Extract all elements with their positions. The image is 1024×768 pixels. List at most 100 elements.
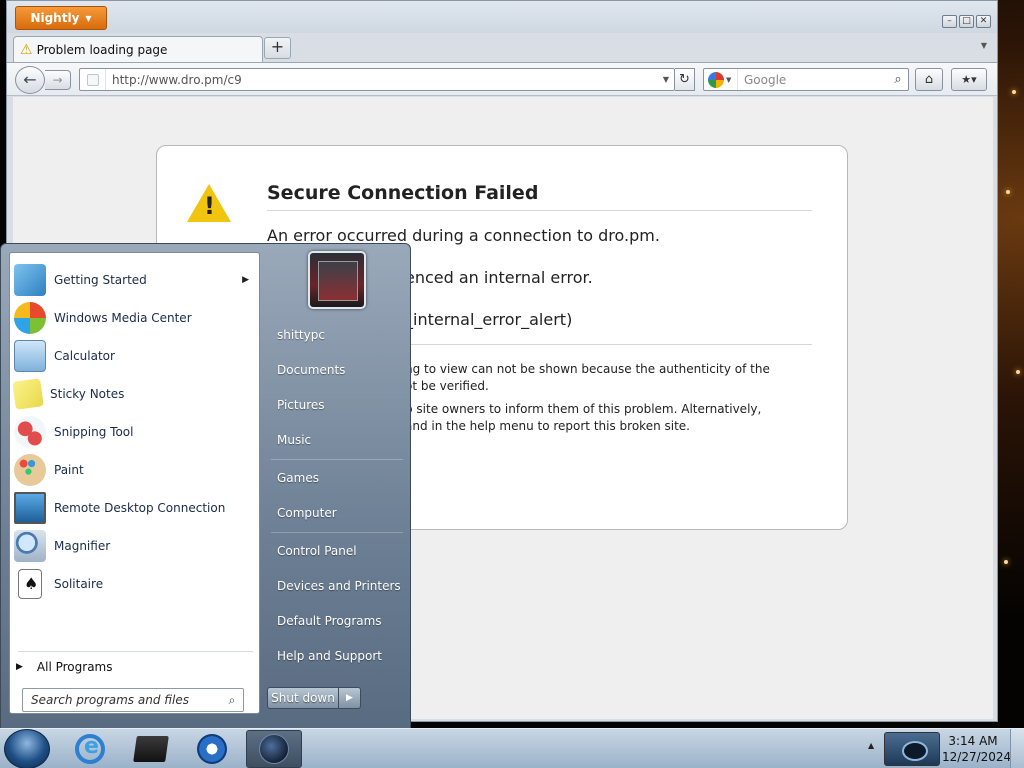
search-input[interactable]: Google xyxy=(738,73,888,87)
folder-icon xyxy=(133,736,169,762)
wallpaper-sparkle xyxy=(1006,190,1010,194)
magnifier-icon xyxy=(14,530,46,562)
taskbar-nightly[interactable] xyxy=(246,730,302,768)
search-engine-selector[interactable]: ▼ xyxy=(704,69,738,90)
start-search-box[interactable]: Search programs and files ⌕ xyxy=(22,688,244,712)
detail-line: and in the help menu to report this brok… xyxy=(405,419,690,433)
program-sticky-notes[interactable]: Sticky Notes xyxy=(12,376,257,412)
page-title: Secure Connection Failed xyxy=(267,182,812,211)
minimize-button[interactable]: – xyxy=(942,15,957,28)
shutdown-button[interactable]: Shut down xyxy=(267,687,339,709)
url-input[interactable]: http://www.dro.pm/c9 xyxy=(106,73,658,87)
calculator-icon xyxy=(14,340,46,372)
clock-time: 3:14 AM xyxy=(948,734,998,748)
webcam-tray-icon[interactable] xyxy=(884,732,940,766)
taskbar-media-player[interactable] xyxy=(184,730,240,768)
new-tab-button[interactable]: + xyxy=(264,37,291,59)
taskbar-folder[interactable] xyxy=(123,730,179,768)
arrow-left-icon: ← xyxy=(23,70,37,89)
navigation-toolbar: ← → http://www.dro.pm/c9 ▼ ↻ ▼ Google ⌕ … xyxy=(7,62,997,96)
pictures-link[interactable]: Pictures xyxy=(269,392,405,418)
program-getting-started[interactable]: Getting Started ▶ xyxy=(12,262,257,298)
all-programs-label: All Programs xyxy=(36,660,113,674)
start-button[interactable] xyxy=(4,729,50,768)
site-identity-icon[interactable] xyxy=(80,69,106,90)
tab-problem-loading[interactable]: ⚠ Problem loading page xyxy=(13,36,263,62)
home-button[interactable]: ⌂ xyxy=(915,68,943,91)
title-bar: Nightly ▼ – □ ✕ xyxy=(7,1,997,33)
solitaire-icon xyxy=(18,569,42,599)
program-snipping-tool[interactable]: Snipping Tool xyxy=(12,414,257,450)
maximize-button[interactable]: □ xyxy=(959,15,974,28)
remote-desktop-icon xyxy=(14,492,46,524)
snipping-tool-icon xyxy=(14,416,46,448)
all-programs-button[interactable]: ▶ All Programs xyxy=(16,655,256,679)
taskbar-internet-explorer[interactable] xyxy=(62,730,118,768)
program-magnifier[interactable]: Magnifier xyxy=(12,528,257,564)
app-menu-button[interactable]: Nightly ▼ xyxy=(15,6,107,30)
computer-link[interactable]: Computer xyxy=(269,500,405,526)
paint-icon xyxy=(14,454,46,486)
program-solitaire[interactable]: Solitaire xyxy=(12,566,257,602)
detail-line: ot be verified. xyxy=(405,379,489,393)
devices-printers-link[interactable]: Devices and Printers xyxy=(269,573,405,599)
tab-title: Problem loading page xyxy=(36,42,168,57)
url-history-chevron-icon[interactable]: ▼ xyxy=(658,75,674,84)
show-desktop-button[interactable] xyxy=(1010,729,1024,768)
url-bar[interactable]: http://www.dro.pm/c9 ▼ xyxy=(79,68,675,91)
media-player-icon xyxy=(197,734,227,764)
wallpaper-sparkle xyxy=(1012,90,1016,94)
program-calculator[interactable]: Calculator xyxy=(12,338,257,374)
triangle-right-icon: ▶ xyxy=(346,693,353,703)
show-hidden-icons-button[interactable]: ▲ xyxy=(868,741,874,750)
games-link[interactable]: Games xyxy=(269,465,405,491)
divider xyxy=(271,459,403,460)
search-bar: ▼ Google ⌕ xyxy=(703,68,909,91)
sticky-notes-icon xyxy=(12,378,44,410)
home-icon: ⌂ xyxy=(924,72,934,87)
internet-explorer-icon xyxy=(75,734,105,764)
detail-line: ng to view can not be shown because the … xyxy=(405,362,770,376)
arrow-right-icon: → xyxy=(52,73,63,87)
search-input[interactable]: Search programs and files xyxy=(23,693,221,707)
warning-icon xyxy=(187,184,231,222)
search-icon[interactable]: ⌕ xyxy=(888,72,908,87)
google-icon xyxy=(708,71,724,88)
user-avatar[interactable] xyxy=(308,251,366,309)
getting-started-icon xyxy=(14,264,46,296)
reload-button[interactable]: ↻ xyxy=(675,68,695,91)
close-button[interactable]: ✕ xyxy=(976,15,991,28)
program-remote-desktop[interactable]: Remote Desktop Connection xyxy=(12,490,257,526)
user-folder-link[interactable]: shittypc xyxy=(269,322,405,348)
default-programs-link[interactable]: Default Programs xyxy=(269,608,405,634)
divider xyxy=(271,532,403,533)
triangle-right-icon: ▶ xyxy=(16,662,23,672)
tab-list-chevron-icon[interactable]: ▼ xyxy=(981,41,987,50)
program-label: Calculator xyxy=(54,349,115,363)
divider xyxy=(18,651,253,652)
documents-link[interactable]: Documents xyxy=(269,357,405,383)
window-controls: – □ ✕ xyxy=(942,15,991,28)
program-label: Magnifier xyxy=(54,539,111,553)
forward-button[interactable]: → xyxy=(45,70,71,90)
music-link[interactable]: Music xyxy=(269,427,405,453)
chevron-down-icon: ▼ xyxy=(85,13,92,23)
chevron-down-icon: ▼ xyxy=(726,75,732,84)
program-label: Sticky Notes xyxy=(50,387,125,401)
media-center-icon xyxy=(14,302,46,334)
system-clock[interactable]: 3:14 AM 12/27/2024 xyxy=(942,733,1012,765)
detail-line: b site owners to inform them of this pro… xyxy=(405,402,762,416)
back-button[interactable]: ← xyxy=(15,66,45,94)
program-label: Paint xyxy=(54,463,84,477)
program-label: Snipping Tool xyxy=(54,425,134,439)
program-paint[interactable]: Paint xyxy=(12,452,257,488)
shutdown-options-button[interactable]: ▶ xyxy=(339,687,361,709)
clock-date: 12/27/2024 xyxy=(942,750,1012,764)
start-menu-programs-pane: Getting Started ▶ Windows Media Center C… xyxy=(9,252,260,714)
bookmarks-button[interactable]: ★▾ xyxy=(951,68,987,91)
reload-icon: ↻ xyxy=(679,72,690,87)
start-menu: Getting Started ▶ Windows Media Center C… xyxy=(0,243,411,729)
control-panel-link[interactable]: Control Panel xyxy=(269,538,405,564)
help-support-link[interactable]: Help and Support xyxy=(269,643,405,669)
program-windows-media-center[interactable]: Windows Media Center xyxy=(12,300,257,336)
